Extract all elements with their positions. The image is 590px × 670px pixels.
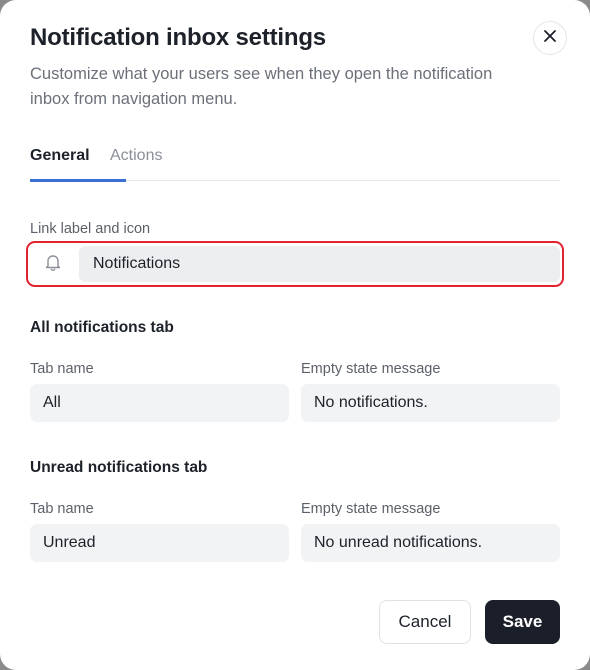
close-button[interactable] — [533, 21, 567, 55]
tab-actions[interactable]: Actions — [110, 145, 162, 181]
bell-icon — [43, 252, 63, 277]
unread-empty-state-label: Empty state message — [301, 501, 441, 517]
link-label-row — [26, 241, 564, 287]
all-empty-state-label: Empty state message — [301, 361, 441, 377]
icon-picker-button[interactable] — [32, 246, 74, 282]
unread-tab-name-input[interactable] — [30, 524, 289, 562]
notification-settings-dialog: Notification inbox settings Customize wh… — [0, 0, 590, 670]
all-notifications-section-title: All notifications tab — [30, 319, 174, 336]
unread-tab-name-label: Tab name — [30, 501, 94, 517]
all-tab-name-label: Tab name — [30, 361, 94, 377]
unread-notifications-section-title: Unread notifications tab — [30, 459, 208, 476]
dialog-title: Notification inbox settings — [30, 24, 326, 51]
all-empty-state-input[interactable] — [301, 384, 560, 422]
all-tab-name-input[interactable] — [30, 384, 289, 422]
cancel-button[interactable]: Cancel — [379, 600, 471, 644]
close-icon — [543, 29, 557, 48]
link-label-heading: Link label and icon — [30, 221, 151, 237]
tab-bar: General Actions — [30, 145, 560, 182]
unread-empty-state-input[interactable] — [301, 524, 560, 562]
dialog-subtitle: Customize what your users see when they … — [30, 65, 493, 108]
save-button[interactable]: Save — [485, 600, 560, 644]
link-label-input[interactable] — [79, 246, 560, 282]
